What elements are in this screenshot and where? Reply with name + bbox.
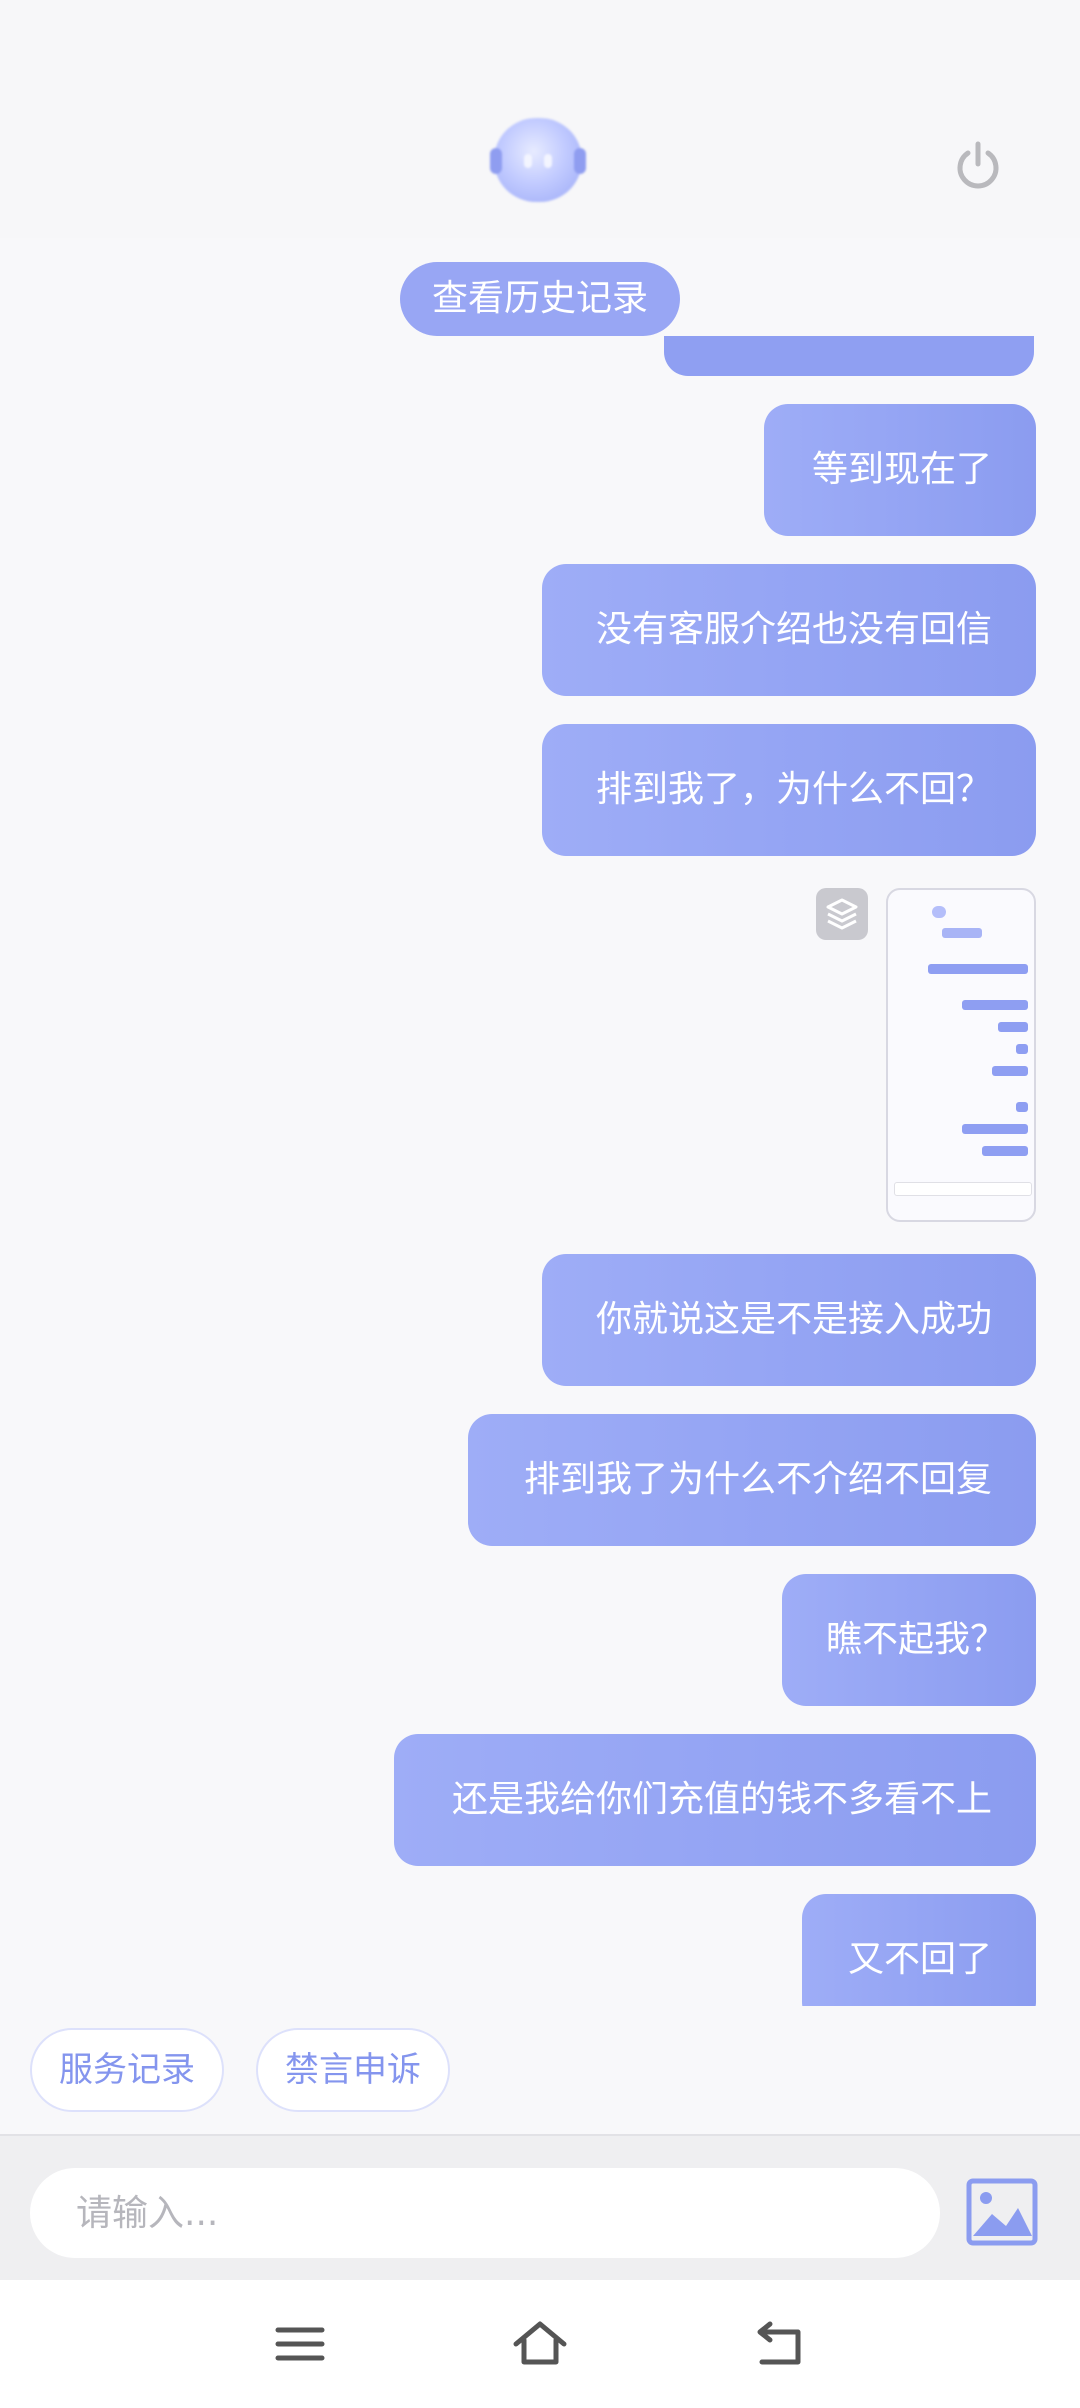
- system-navigation-bar: [0, 2280, 1080, 2408]
- message-bubble[interactable]: 排到我了为什么不介绍不回复: [468, 1414, 1036, 1546]
- customer-service-avatar-icon: [490, 118, 586, 202]
- message-bubble[interactable]: 又不回了: [802, 1894, 1036, 2006]
- message-bubble[interactable]: 排到我了，为什么不回？: [542, 724, 1036, 856]
- previous-message-bubble: [664, 336, 1034, 376]
- layers-icon: [816, 888, 868, 940]
- image-icon[interactable]: [966, 2178, 1038, 2246]
- avatar-ear-left: [490, 148, 502, 174]
- home-icon[interactable]: [510, 2314, 570, 2374]
- menu-icon[interactable]: [270, 2314, 330, 2374]
- mute-appeal-button[interactable]: 禁言申诉: [256, 2028, 450, 2112]
- message-bubble[interactable]: 瞧不起我？: [782, 1574, 1036, 1706]
- thumbnail-detail: [992, 1066, 1028, 1076]
- message-bubble[interactable]: 等到现在了: [764, 404, 1036, 536]
- service-record-button[interactable]: 服务记录: [30, 2028, 224, 2112]
- thumbnail-detail: [932, 906, 946, 918]
- message-bubble[interactable]: 没有客服介绍也没有回信: [542, 564, 1036, 696]
- thumbnail-detail: [982, 1146, 1028, 1156]
- thumbnail-detail: [962, 1000, 1028, 1010]
- chat-header: [0, 0, 1080, 238]
- chat-message-list[interactable]: 等到现在了 没有客服介绍也没有回信 排到我了，为什么不回？ 你就说这是不是接入成…: [0, 336, 1080, 2006]
- message-bubble[interactable]: 还是我给你们充值的钱不多看不上: [394, 1734, 1036, 1866]
- view-history-button[interactable]: 查看历史记录: [400, 262, 680, 336]
- message-bubble[interactable]: 你就说这是不是接入成功: [542, 1254, 1036, 1386]
- input-bar: [0, 2134, 1080, 2280]
- avatar-eye-left: [524, 154, 532, 168]
- thumbnail-detail: [894, 1182, 1032, 1196]
- avatar-ear-right: [574, 148, 586, 174]
- thumbnail-detail: [1016, 1044, 1028, 1054]
- thumbnail-detail: [1016, 1102, 1028, 1112]
- thumbnail-detail: [928, 964, 1028, 974]
- power-icon[interactable]: [952, 140, 1004, 192]
- thumbnail-detail: [998, 1022, 1028, 1032]
- avatar-eye-right: [544, 154, 552, 168]
- back-icon[interactable]: [750, 2314, 810, 2374]
- message-input[interactable]: [30, 2168, 940, 2258]
- thumbnail-detail: [942, 928, 982, 938]
- thumbnail-detail: [962, 1124, 1028, 1134]
- image-message-thumbnail[interactable]: [886, 888, 1036, 1222]
